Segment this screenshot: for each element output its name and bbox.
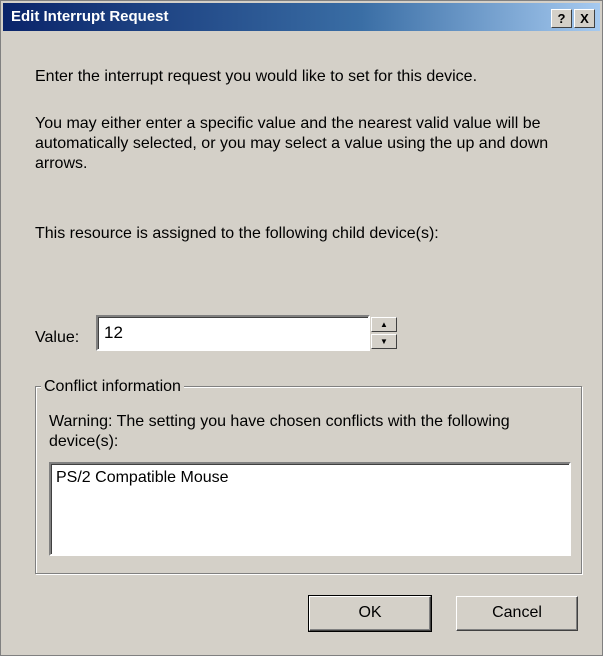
intro-text: Enter the interrupt request you would li… xyxy=(35,68,478,85)
spin-up-icon: ▲ xyxy=(380,320,388,329)
conflict-device-list[interactable]: PS/2 Compatible Mouse xyxy=(49,462,571,556)
spin-down-button[interactable]: ▼ xyxy=(371,334,397,349)
dialog-title: Edit Interrupt Request xyxy=(11,8,169,25)
conflict-warning-text: Warning: The setting you have chosen con… xyxy=(49,413,510,450)
cancel-button[interactable]: Cancel xyxy=(456,596,578,631)
value-field-frame xyxy=(96,315,370,351)
spin-up-button[interactable]: ▲ xyxy=(371,317,397,332)
edit-irq-dialog: Edit Interrupt Request ? X Enter the int… xyxy=(0,0,603,656)
title-bar[interactable]: Edit Interrupt Request ? X xyxy=(3,3,600,31)
help-button[interactable]: ? xyxy=(551,9,572,28)
value-input[interactable] xyxy=(98,317,369,349)
help-icon: ? xyxy=(557,11,566,26)
value-label: Value: xyxy=(35,329,80,346)
close-button[interactable]: X xyxy=(574,9,595,28)
ok-button[interactable]: OK xyxy=(308,595,432,632)
assigned-devices-text: This resource is assigned to the followi… xyxy=(35,225,439,242)
instructions-text: You may either enter a specific value an… xyxy=(35,115,549,172)
spin-down-icon: ▼ xyxy=(380,337,388,346)
close-icon: X xyxy=(580,11,589,26)
list-item[interactable]: PS/2 Compatible Mouse xyxy=(56,469,229,487)
conflict-group-label: Conflict information xyxy=(41,377,184,397)
value-spinner: ▲ ▼ xyxy=(371,317,399,351)
